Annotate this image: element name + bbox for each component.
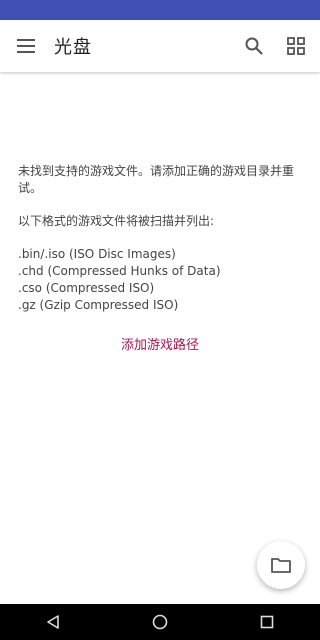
add-folder-fab[interactable]	[257, 541, 305, 589]
app-bar: 光盘	[0, 20, 320, 72]
format-item: .bin/.iso (ISO Disc Images)	[18, 247, 176, 261]
add-game-path-button[interactable]: 添加游戏路径	[0, 334, 320, 353]
recents-icon	[260, 615, 273, 629]
page-title: 光盘	[54, 37, 92, 58]
search-icon	[245, 37, 263, 55]
back-icon	[47, 615, 60, 629]
menu-button[interactable]	[6, 26, 46, 66]
folder-icon	[271, 558, 291, 573]
format-item: .cso (Compressed ISO)	[18, 281, 155, 295]
nav-home-button[interactable]	[140, 604, 180, 640]
search-button[interactable]	[234, 26, 274, 66]
grid-view-button[interactable]	[276, 26, 316, 66]
format-item: .chd (Compressed Hunks of Data)	[18, 264, 221, 278]
supported-formats-list: .bin/.iso (ISO Disc Images) .chd (Compre…	[18, 246, 308, 314]
empty-state: 未找到支持的游戏文件。请添加正确的游戏目录并重试。 以下格式的游戏文件将被扫描并…	[18, 163, 308, 314]
system-nav-bar	[0, 604, 320, 640]
format-item: .gz (Gzip Compressed ISO)	[18, 298, 179, 312]
status-bar	[0, 0, 320, 20]
home-icon	[152, 614, 168, 630]
grid-view-icon	[287, 37, 305, 55]
hamburger-menu-icon	[17, 39, 35, 53]
no-games-message: 未找到支持的游戏文件。请添加正确的游戏目录并重试。	[18, 164, 295, 195]
formats-intro: 以下格式的游戏文件将被扫描并列出:	[18, 214, 215, 228]
nav-back-button[interactable]	[33, 604, 73, 640]
nav-recents-button[interactable]	[247, 604, 287, 640]
